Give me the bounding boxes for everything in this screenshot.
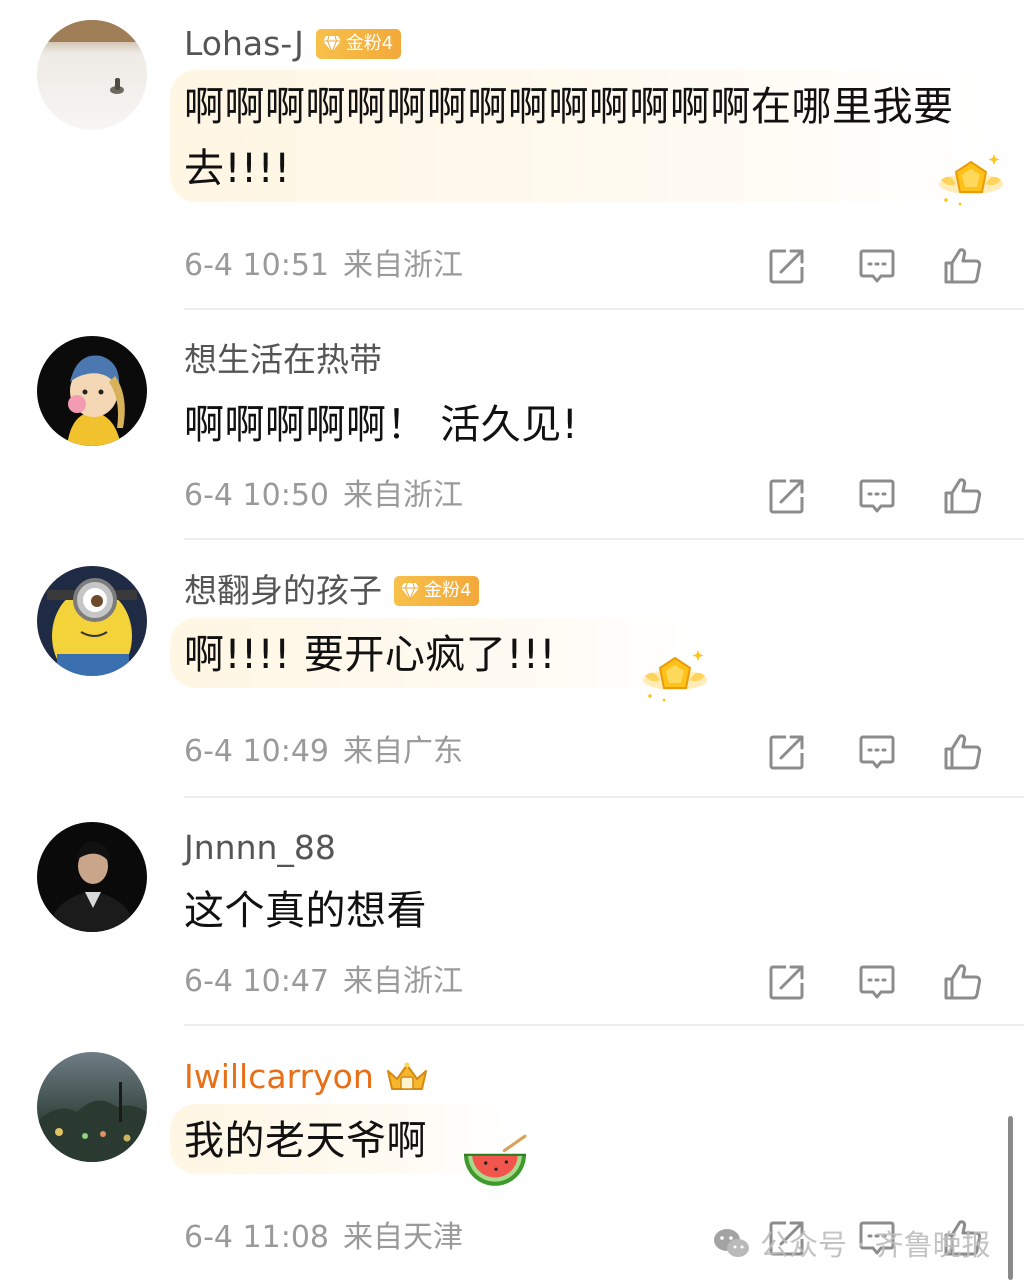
- gem-icon: [322, 35, 342, 53]
- username-text[interactable]: 想生活在热带: [184, 340, 382, 380]
- avatar[interactable]: [37, 822, 147, 932]
- username[interactable]: Jnnnn_88: [184, 828, 336, 868]
- comment-actions: [766, 961, 996, 1005]
- comment-location: 来自浙江: [343, 248, 463, 283]
- comment-icon: [856, 475, 898, 517]
- share-button[interactable]: [766, 475, 808, 517]
- avatar[interactable]: [37, 336, 147, 446]
- comment-time: 6-4 10:49: [184, 734, 329, 769]
- share-icon: [766, 475, 808, 517]
- username-text[interactable]: 想翻身的孩子: [184, 571, 382, 611]
- comment-icon: [856, 245, 898, 287]
- reply-button[interactable]: [856, 245, 898, 287]
- like-button[interactable]: [942, 475, 984, 517]
- comment-meta: 6-4 11:08 来自天津: [184, 1220, 463, 1256]
- comment-text[interactable]: 啊!!!! 要开心疯了!!!: [184, 624, 704, 686]
- watermark-text: 公众号 · 齐鲁晚报: [760, 1228, 991, 1262]
- reply-button[interactable]: [856, 475, 898, 517]
- username[interactable]: Lohas-J 金粉4: [184, 24, 402, 64]
- comment-meta: 6-4 10:51 来自浙江: [184, 248, 463, 284]
- fan-badge-label: 金粉4: [345, 33, 394, 54]
- comment-item: 想翻身的孩子 金粉4 啊!!!! 要开心疯了!!! 6-4 10:49 来自广东: [0, 540, 1024, 798]
- star-badge-icon: [640, 646, 710, 706]
- like-button[interactable]: [942, 961, 984, 1003]
- crown-icon: [386, 1062, 427, 1090]
- watermelon-icon: [464, 1134, 527, 1186]
- comment-time: 6-4 10:50: [184, 478, 329, 513]
- comment-meta: 6-4 10:49 来自广东: [184, 734, 463, 770]
- comment-location: 来自浙江: [343, 964, 463, 999]
- star-badge-icon: [936, 150, 1006, 210]
- share-button[interactable]: [766, 961, 808, 1003]
- comment-item: Jnnnn_88 这个真的想看 6-4 10:47 来自浙江: [0, 798, 1024, 1026]
- comment-meta: 6-4 10:50 来自浙江: [184, 478, 463, 514]
- fan-badge[interactable]: 金粉4: [315, 29, 402, 59]
- username-text[interactable]: Jnnnn_88: [184, 828, 336, 868]
- thumbs-up-icon: [942, 475, 984, 517]
- comment-item: 想生活在热带 啊啊啊啊啊！ 活久见! 6-4 10:50 来自浙江: [0, 310, 1024, 540]
- reply-button[interactable]: [856, 731, 898, 773]
- username-text[interactable]: Lohas-J: [184, 24, 304, 64]
- comment-location: 来自浙江: [343, 478, 463, 513]
- comment-time: 6-4 10:51: [184, 248, 329, 283]
- avatar[interactable]: [37, 566, 147, 676]
- comment-location: 来自天津: [343, 1220, 463, 1255]
- comment-text[interactable]: 啊啊啊啊啊！ 活久见!: [184, 394, 984, 456]
- username-text[interactable]: Iwillcarryon: [184, 1057, 374, 1097]
- gem-icon: [400, 582, 420, 600]
- scrollbar[interactable]: [1008, 1116, 1013, 1280]
- share-button[interactable]: [766, 245, 808, 287]
- comment-item: Lohas-J 金粉4 啊啊啊啊啊啊啊啊啊啊啊啊啊啊在哪里我要去!!!! 6-4…: [0, 0, 1024, 310]
- comment-actions: [766, 475, 996, 519]
- comment-actions: [766, 245, 996, 289]
- like-button[interactable]: [942, 731, 984, 773]
- share-icon: [766, 731, 808, 773]
- username[interactable]: 想生活在热带: [184, 340, 382, 380]
- reply-button[interactable]: [856, 961, 898, 1003]
- share-icon: [766, 961, 808, 1003]
- comment-location: 来自广东: [343, 734, 463, 769]
- like-button[interactable]: [942, 245, 984, 287]
- avatar[interactable]: [37, 1052, 147, 1162]
- comment-meta: 6-4 10:47 来自浙江: [184, 964, 463, 1000]
- comment-text[interactable]: 这个真的想看: [184, 880, 984, 942]
- comment-time: 6-4 11:08: [184, 1220, 329, 1255]
- watermark: 公众号 · 齐鲁晚报: [712, 1222, 991, 1264]
- avatar[interactable]: [37, 20, 147, 130]
- username[interactable]: 想翻身的孩子 金粉4: [184, 571, 480, 611]
- thumbs-up-icon: [942, 731, 984, 773]
- comment-time: 6-4 10:47: [184, 964, 329, 999]
- username[interactable]: Iwillcarryon: [184, 1057, 430, 1097]
- share-button[interactable]: [766, 731, 808, 773]
- comment-icon: [856, 961, 898, 1003]
- share-icon: [766, 245, 808, 287]
- comment-actions: [766, 731, 996, 775]
- wechat-icon: [714, 1229, 749, 1257]
- fan-badge-label: 金粉4: [424, 580, 472, 601]
- thumbs-up-icon: [942, 961, 984, 1003]
- comment-text[interactable]: 啊啊啊啊啊啊啊啊啊啊啊啊啊啊在哪里我要去!!!!: [184, 76, 984, 200]
- thumbs-up-icon: [942, 245, 984, 287]
- fan-badge[interactable]: 金粉4: [394, 576, 480, 606]
- comment-icon: [856, 731, 898, 773]
